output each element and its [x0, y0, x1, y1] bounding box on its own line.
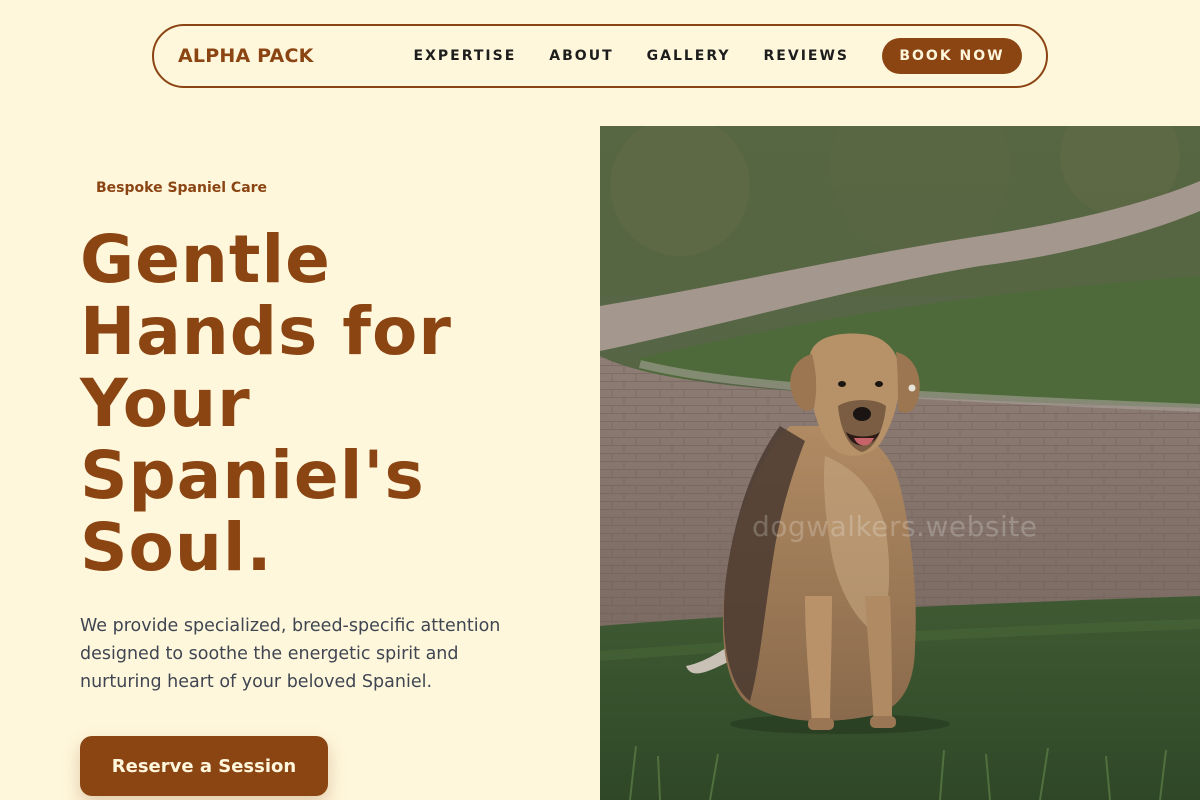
nav-link-reviews[interactable]: REVIEWS	[764, 48, 849, 64]
book-now-button[interactable]: BOOK NOW	[882, 38, 1022, 74]
dog-photo-illustration	[600, 126, 1200, 800]
nav-links: EXPERTISE ABOUT GALLERY REVIEWS BOOK NOW	[414, 38, 1022, 74]
headline-line: Hands for	[80, 293, 452, 370]
hero-eyebrow: Bespoke Spaniel Care	[96, 180, 268, 196]
hero-photo: dogwalkers.website	[600, 126, 1200, 800]
nav-link-about[interactable]: ABOUT	[549, 48, 613, 64]
headline-line: Spaniel's	[80, 437, 425, 514]
hero-headline: Gentle Hands for Your Spaniel's Soul.	[80, 224, 550, 584]
reserve-session-button[interactable]: Reserve a Session	[80, 736, 328, 796]
landing-page: ALPHA PACK EXPERTISE ABOUT GALLERY REVIE…	[0, 0, 1200, 800]
headline-line: Soul.	[80, 509, 273, 586]
nav-link-expertise[interactable]: EXPERTISE	[414, 48, 517, 64]
top-navigation: ALPHA PACK EXPERTISE ABOUT GALLERY REVIE…	[152, 24, 1048, 88]
brand-logo[interactable]: ALPHA PACK	[178, 45, 314, 67]
headline-line: Your	[80, 365, 251, 442]
hero-description: We provide specialized, breed-specific a…	[80, 616, 501, 692]
nav-link-gallery[interactable]: GALLERY	[647, 48, 731, 64]
headline-line: Gentle	[80, 221, 331, 298]
